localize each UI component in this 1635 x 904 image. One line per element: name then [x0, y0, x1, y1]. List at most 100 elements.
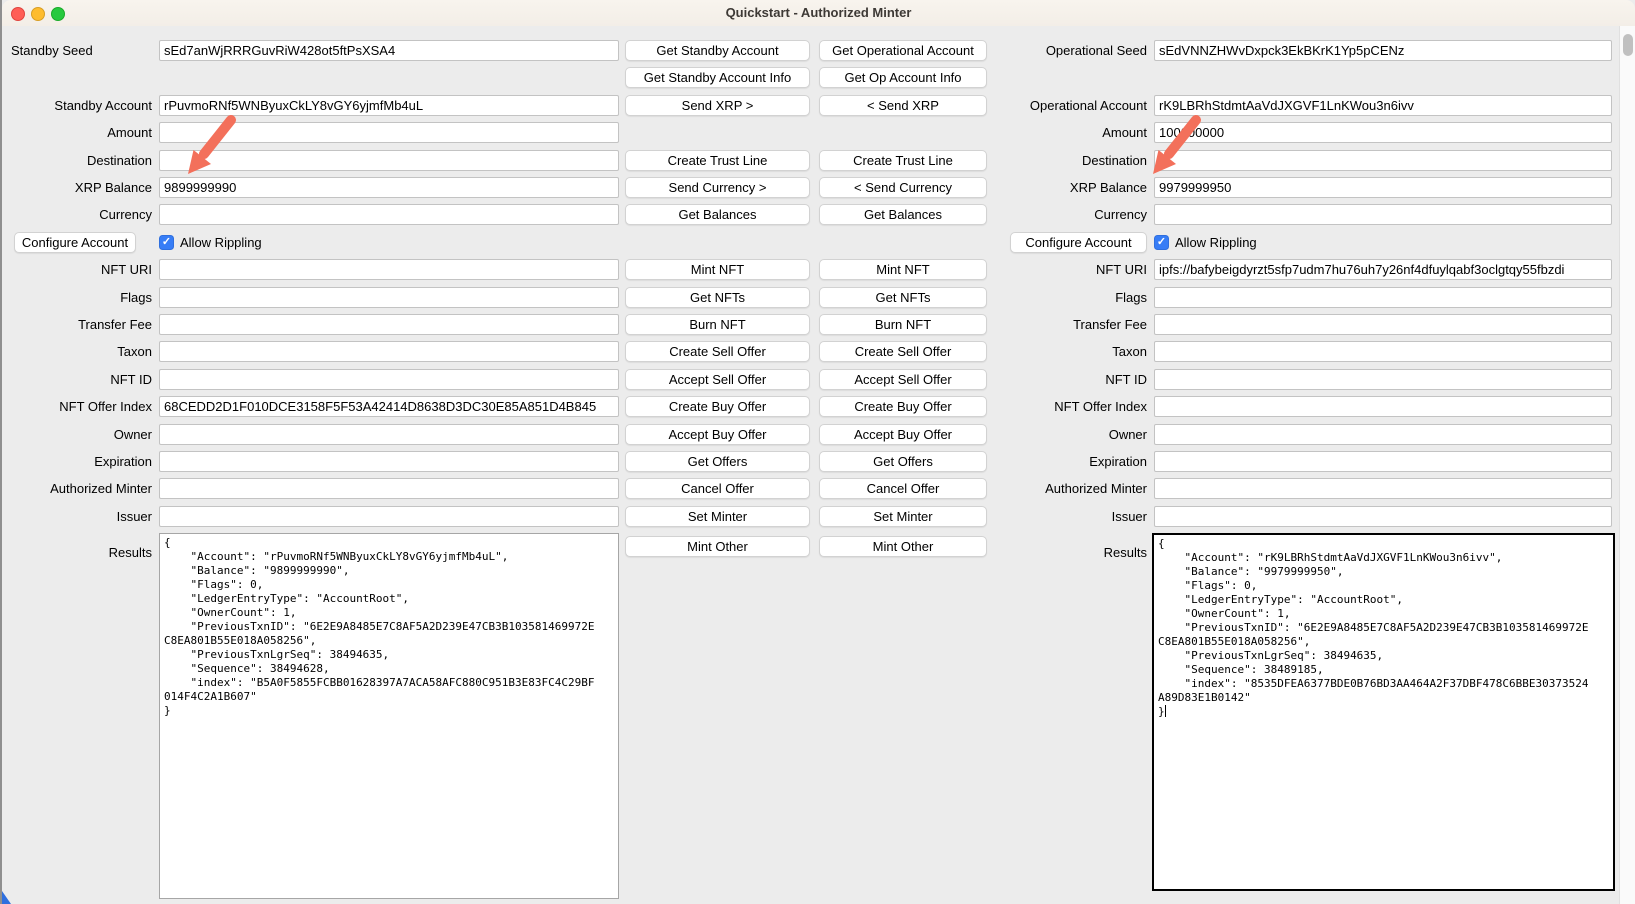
standby-nft-id-field[interactable] [159, 369, 619, 390]
standby-xrp-balance-label: XRP Balance [2, 177, 152, 198]
standby-configure-account-button[interactable]: Configure Account [14, 232, 136, 253]
operational-transfer-fee-field[interactable] [1154, 314, 1612, 335]
standby-nft-offer-index-field[interactable] [159, 396, 619, 417]
operational-issuer-label: Issuer [947, 506, 1147, 527]
operational-destination-field[interactable] [1154, 150, 1612, 171]
send-currency-right-button[interactable]: Send Currency > [625, 177, 810, 198]
standby-taxon-field[interactable] [159, 341, 619, 362]
operational-allow-rippling-label: Allow Rippling [1175, 232, 1257, 253]
standby-authorized-minter-field[interactable] [159, 478, 619, 499]
standby-cancel-offer-button[interactable]: Cancel Offer [625, 478, 810, 499]
operational-allow-rippling-checkbox[interactable]: ✓ [1154, 235, 1169, 250]
standby-mint-nft-button[interactable]: Mint NFT [625, 259, 810, 280]
standby-taxon-label: Taxon [2, 341, 152, 362]
red-arrow-standby-balance [176, 112, 246, 182]
standby-set-minter-button[interactable]: Set Minter [625, 506, 810, 527]
operational-nft-uri-field[interactable] [1154, 259, 1612, 280]
operational-flags-field[interactable] [1154, 287, 1612, 308]
operational-nft-id-label: NFT ID [947, 369, 1147, 390]
operational-nft-offer-index-field[interactable] [1154, 396, 1612, 417]
window-title: Quickstart - Authorized Minter [2, 0, 1635, 26]
operational-authorized-minter-label: Authorized Minter [947, 478, 1147, 499]
standby-owner-field[interactable] [159, 424, 619, 445]
operational-amount-field[interactable] [1154, 122, 1612, 143]
standby-flags-label: Flags [2, 287, 152, 308]
standby-get-balances-button[interactable]: Get Balances [625, 204, 810, 225]
standby-results-textarea[interactable]: { "Account": "rPuvmoRNf5WNByuxCkLY8vGY6y… [159, 533, 619, 899]
standby-accept-sell-offer-button[interactable]: Accept Sell Offer [625, 369, 810, 390]
standby-create-trust-line-button[interactable]: Create Trust Line [625, 150, 810, 171]
operational-results-textarea[interactable]: { "Account": "rK9LBRhStdmtAaVdJXGVF1LnKW… [1152, 533, 1615, 891]
checkmark-icon: ✓ [1155, 236, 1168, 249]
standby-nft-uri-field[interactable] [159, 259, 619, 280]
standby-nft-uri-label: NFT URI [2, 259, 152, 280]
standby-seed-label: Standby Seed [11, 40, 161, 61]
operational-flags-label: Flags [947, 287, 1147, 308]
operational-authorized-minter-field[interactable] [1154, 478, 1612, 499]
operational-currency-field[interactable] [1154, 204, 1612, 225]
standby-owner-label: Owner [2, 424, 152, 445]
standby-transfer-fee-label: Transfer Fee [2, 314, 152, 335]
operational-currency-label: Currency [947, 204, 1147, 225]
operational-owner-label: Owner [947, 424, 1147, 445]
standby-transfer-fee-field[interactable] [159, 314, 619, 335]
standby-authorized-minter-label: Authorized Minter [2, 478, 152, 499]
window-content: Standby Seed Standby Account Amount Dest… [2, 26, 1635, 904]
standby-get-nfts-button[interactable]: Get NFTs [625, 287, 810, 308]
standby-create-sell-offer-button[interactable]: Create Sell Offer [625, 341, 810, 362]
operational-destination-label: Destination [947, 150, 1147, 171]
operational-seed-label: Operational Seed [947, 40, 1147, 61]
text-cursor [1165, 705, 1166, 717]
app-window: Quickstart - Authorized Minter Standby S… [0, 0, 1635, 904]
standby-allow-rippling-checkbox[interactable]: ✓ [159, 235, 174, 250]
standby-mint-other-button[interactable]: Mint Other [625, 536, 810, 557]
operational-account-label: Operational Account [947, 95, 1147, 116]
operational-xrp-balance-label: XRP Balance [947, 177, 1147, 198]
standby-nft-offer-index-label: NFT Offer Index [2, 396, 152, 417]
operational-issuer-field[interactable] [1154, 506, 1612, 527]
standby-results-label: Results [2, 542, 152, 563]
operational-taxon-label: Taxon [947, 341, 1147, 362]
get-standby-account-button[interactable]: Get Standby Account [625, 40, 810, 61]
checkmark-icon: ✓ [160, 236, 173, 249]
get-standby-account-info-button[interactable]: Get Standby Account Info [625, 67, 810, 88]
standby-accept-buy-offer-button[interactable]: Accept Buy Offer [625, 424, 810, 445]
get-op-account-info-button[interactable]: Get Op Account Info [819, 67, 987, 88]
operational-nft-offer-index-label: NFT Offer Index [947, 396, 1147, 417]
standby-account-label: Standby Account [2, 95, 152, 116]
send-xrp-right-button[interactable]: Send XRP > [625, 95, 810, 116]
standby-burn-nft-button[interactable]: Burn NFT [625, 314, 810, 335]
standby-flags-field[interactable] [159, 287, 619, 308]
standby-allow-rippling-label: Allow Rippling [180, 232, 262, 253]
scrollbar-thumb[interactable] [1623, 34, 1633, 56]
standby-get-offers-button[interactable]: Get Offers [625, 451, 810, 472]
corner-artifact [2, 891, 11, 904]
operational-results-label: Results [947, 542, 1147, 563]
standby-currency-label: Currency [2, 204, 152, 225]
standby-expiration-label: Expiration [2, 451, 152, 472]
operational-configure-account-button[interactable]: Configure Account [1010, 232, 1147, 253]
vertical-scrollbar[interactable] [1619, 26, 1635, 904]
standby-issuer-field[interactable] [159, 506, 619, 527]
operational-amount-label: Amount [947, 122, 1147, 143]
operational-account-field[interactable] [1154, 95, 1612, 116]
standby-currency-field[interactable] [159, 204, 619, 225]
operational-seed-field[interactable] [1154, 40, 1612, 61]
operational-xrp-balance-field[interactable] [1154, 177, 1612, 198]
operational-expiration-label: Expiration [947, 451, 1147, 472]
standby-destination-label: Destination [2, 150, 152, 171]
standby-amount-label: Amount [2, 122, 152, 143]
standby-create-buy-offer-button[interactable]: Create Buy Offer [625, 396, 810, 417]
red-arrow-operational-balance [1141, 112, 1211, 182]
standby-seed-field[interactable] [159, 40, 619, 61]
operational-owner-field[interactable] [1154, 424, 1612, 445]
operational-nft-uri-label: NFT URI [947, 259, 1147, 280]
standby-expiration-field[interactable] [159, 451, 619, 472]
window-titlebar: Quickstart - Authorized Minter [2, 0, 1635, 27]
standby-nft-id-label: NFT ID [2, 369, 152, 390]
operational-expiration-field[interactable] [1154, 451, 1612, 472]
operational-transfer-fee-label: Transfer Fee [947, 314, 1147, 335]
standby-issuer-label: Issuer [2, 506, 152, 527]
operational-taxon-field[interactable] [1154, 341, 1612, 362]
operational-nft-id-field[interactable] [1154, 369, 1612, 390]
